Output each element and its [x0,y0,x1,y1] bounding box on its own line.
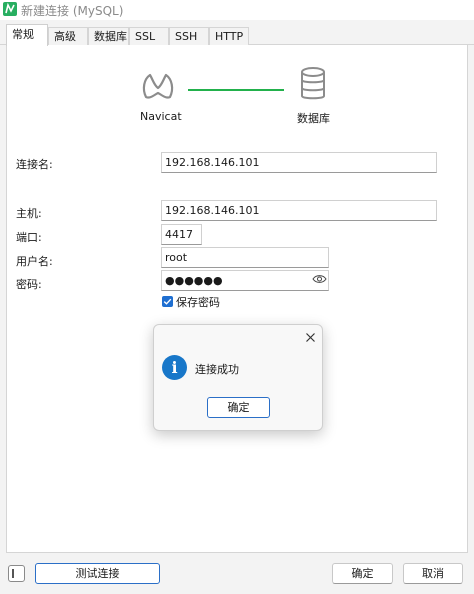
navicat-app-icon [3,2,17,16]
tab-ssh[interactable]: SSH [169,27,209,45]
success-dialog: i 连接成功 确定 [153,324,323,431]
tab-ssl[interactable]: SSL [129,27,169,45]
username-label: 用户名: [16,255,53,268]
server-label: 数据库 [297,112,330,125]
tab-strip: 常规 高级 数据库 SSL SSH HTTP [0,24,474,46]
database-icon [301,67,325,100]
cancel-button[interactable]: 取消 [403,563,463,584]
save-password-label[interactable]: 保存密码 [176,294,220,310]
port-input[interactable]: 4417 [161,224,202,245]
password-label: 密码: [16,278,42,291]
tab-advanced[interactable]: 高级 [48,27,88,45]
title-bar: 新建连接 (MySQL) [0,0,474,20]
close-icon[interactable] [304,331,317,344]
general-tab-panel [6,45,468,553]
connection-line [188,89,284,91]
show-password-eye-icon[interactable] [312,274,327,284]
host-label: 主机: [16,207,42,220]
test-connection-button[interactable]: 测试连接 [35,563,160,584]
port-label: 端口: [16,231,42,244]
password-input[interactable]: ●●●●●● [161,270,329,291]
username-input[interactable]: root [161,247,329,268]
client-label: Navicat [140,110,182,123]
tab-general[interactable]: 常规 [6,24,48,46]
host-input[interactable]: 192.168.146.101 [161,200,437,221]
checkmark-icon [163,298,172,305]
tab-http[interactable]: HTTP [209,27,249,45]
tab-databases[interactable]: 数据库 [88,27,129,45]
navicat-logo-icon [142,73,174,99]
dialog-ok-button[interactable]: 确定 [207,397,270,418]
save-password-checkbox[interactable] [162,296,173,307]
window-title: 新建连接 (MySQL) [21,4,124,18]
info-icon: i [162,355,187,380]
sidebar-toggle-icon[interactable] [8,565,25,582]
ok-button[interactable]: 确定 [332,563,393,584]
connection-name-label: 连接名: [16,158,53,171]
dialog-message: 连接成功 [195,363,239,376]
connection-name-input[interactable]: 192.168.146.101 [161,152,437,173]
